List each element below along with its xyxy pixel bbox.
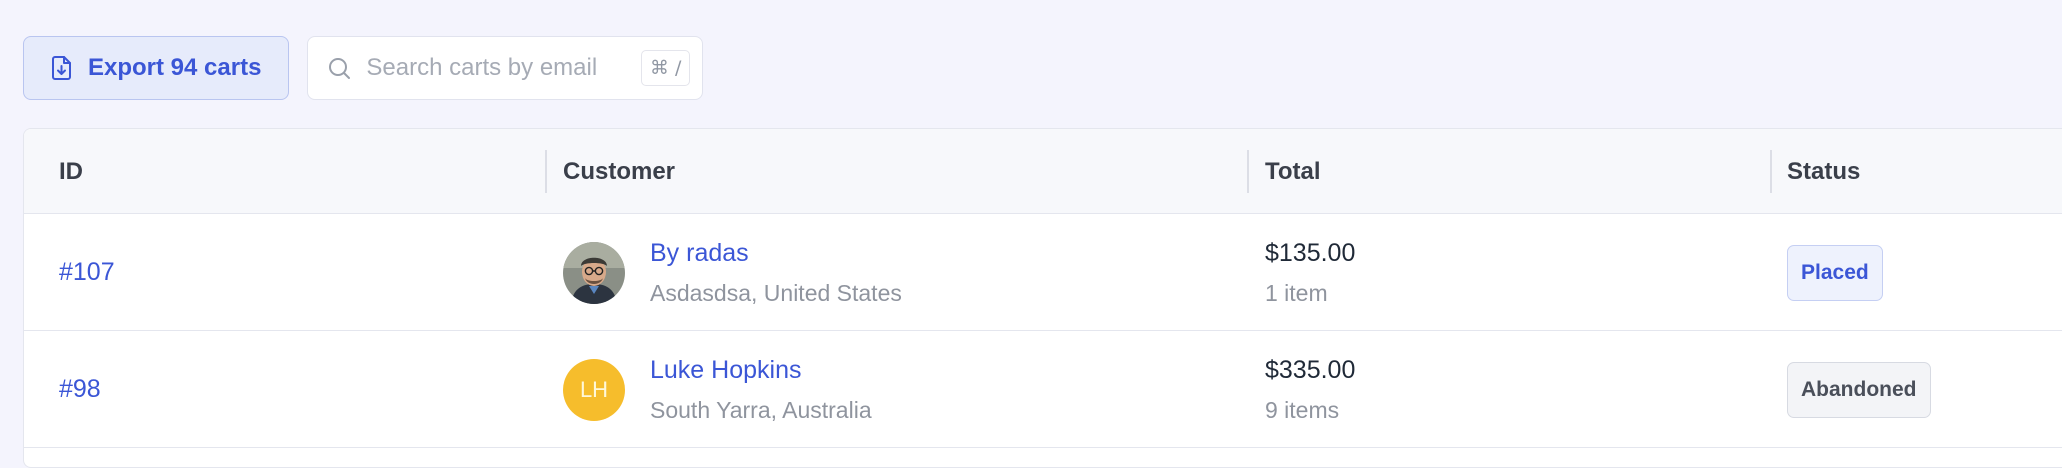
export-carts-button[interactable]: Export 94 carts [23, 36, 290, 100]
carts-table: ID Customer Total Status #107 By radas A… [23, 128, 2062, 468]
customer-cell: LH Luke Hopkins South Yarra, Australia [563, 356, 872, 424]
export-button-label: Export 94 carts [88, 54, 262, 81]
customer-name-link[interactable]: By radas [650, 239, 902, 268]
column-header-id[interactable]: ID [59, 129, 83, 214]
customer-name-link[interactable]: Luke Hopkins [650, 356, 872, 385]
cart-total: $335.00 [1265, 355, 1356, 384]
search-input[interactable] [366, 54, 637, 82]
item-count: 9 items [1265, 396, 1340, 423]
cart-total: $135.00 [1265, 238, 1356, 267]
keyboard-shortcut-hint: ⌘ / [640, 50, 691, 86]
search-icon [329, 58, 351, 79]
cart-id-link[interactable]: #98 [59, 375, 101, 404]
avatar: LH [563, 358, 625, 421]
search-box: ⌘ / [307, 36, 704, 100]
table-row[interactable]: #107 By radas Asdasdsa, United States $1… [24, 214, 2062, 331]
file-download-icon [52, 56, 71, 80]
column-divider[interactable] [1770, 150, 1772, 193]
customer-location: Asdasdsa, United States [650, 279, 902, 306]
column-divider[interactable] [1247, 150, 1249, 193]
customer-location: South Yarra, Australia [650, 396, 872, 423]
column-header-customer[interactable]: Customer [563, 129, 675, 214]
item-count: 1 item [1265, 279, 1328, 306]
column-header-status[interactable]: Status [1787, 129, 1860, 214]
avatar [563, 241, 625, 304]
table-header: ID Customer Total Status [24, 129, 2062, 214]
table-row[interactable]: #98 LH Luke Hopkins South Yarra, Austral… [24, 331, 2062, 448]
customer-cell: By radas Asdasdsa, United States [563, 239, 902, 307]
status-badge: Placed [1787, 244, 1883, 301]
cart-id-link[interactable]: #107 [59, 258, 115, 287]
column-header-total[interactable]: Total [1265, 129, 1321, 214]
toolbar: Export 94 carts ⌘ / [23, 36, 704, 100]
status-badge: Abandoned [1787, 361, 1931, 418]
column-divider[interactable] [545, 150, 547, 193]
